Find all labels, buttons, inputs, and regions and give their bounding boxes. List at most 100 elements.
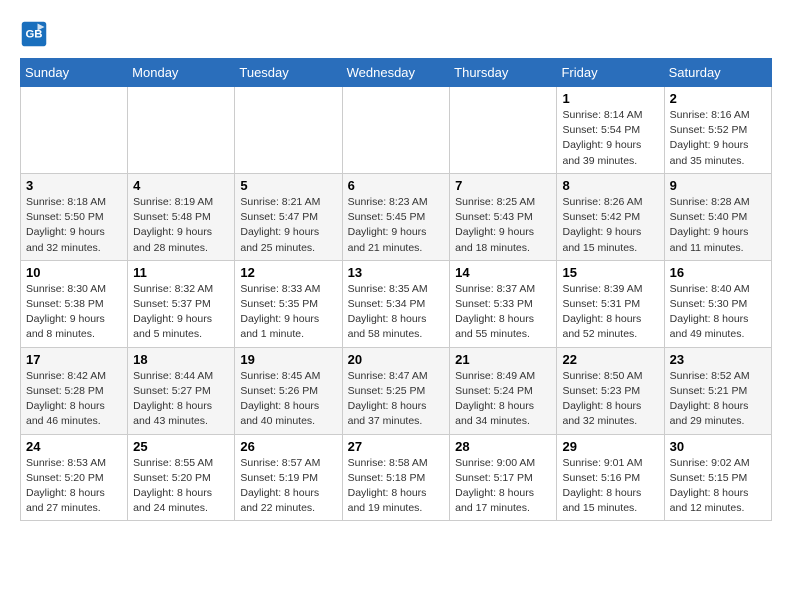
calendar-cell: 13Sunrise: 8:35 AM Sunset: 5:34 PM Dayli… (342, 260, 450, 347)
logo-icon: GB (20, 20, 48, 48)
day-number: 27 (348, 439, 445, 454)
calendar-cell: 8Sunrise: 8:26 AM Sunset: 5:42 PM Daylig… (557, 173, 664, 260)
day-info: Sunrise: 8:37 AM Sunset: 5:33 PM Dayligh… (455, 282, 551, 343)
day-info: Sunrise: 8:47 AM Sunset: 5:25 PM Dayligh… (348, 369, 445, 430)
calendar-cell: 21 Sunrise: 8:49 AM Sunset: 5:24 PM Dayli… (450, 347, 557, 434)
calendar-header-sunday: Sunday (21, 59, 128, 87)
day-info: Sunrise: 8:16 AM Sunset: 5:52 PM Dayligh… (670, 108, 766, 169)
page-header: GB (20, 20, 772, 48)
calendar-header-tuesday: Tuesday (235, 59, 342, 87)
calendar-cell: 14Sunrise: 8:37 AM Sunset: 5:33 PM Dayli… (450, 260, 557, 347)
day-number: 21 (455, 352, 551, 367)
day-number: 26 (240, 439, 336, 454)
calendar-cell: 26 Sunrise: 8:57 AM Sunset: 5:19 PM Dayli… (235, 434, 342, 521)
day-info: Sunrise: 8:30 AM Sunset: 5:38 PM Dayligh… (26, 282, 122, 343)
calendar-cell: 22 Sunrise: 8:50 AM Sunset: 5:23 PM Dayli… (557, 347, 664, 434)
day-info: Sunrise: 8:52 AM Sunset: 5:21 PM Dayligh… (670, 369, 766, 430)
day-number: 15 (562, 265, 658, 280)
calendar-cell: 23 Sunrise: 8:52 AM Sunset: 5:21 PM Dayli… (664, 347, 771, 434)
day-number: 22 (562, 352, 658, 367)
calendar-header-thursday: Thursday (450, 59, 557, 87)
calendar-week-row: 1 Sunrise: 8:14 AM Sunset: 5:54 PM Daylig… (21, 87, 772, 174)
calendar-cell: 5 Sunrise: 8:21 AM Sunset: 5:47 PM Daylig… (235, 173, 342, 260)
day-number: 24 (26, 439, 122, 454)
calendar-week-row: 24Sunrise: 8:53 AM Sunset: 5:20 PM Dayli… (21, 434, 772, 521)
calendar-cell: 17 Sunrise: 8:42 AM Sunset: 5:28 PM Dayli… (21, 347, 128, 434)
day-info: Sunrise: 8:18 AM Sunset: 5:50 PM Dayligh… (26, 195, 122, 256)
day-info: Sunrise: 8:21 AM Sunset: 5:47 PM Dayligh… (240, 195, 336, 256)
day-info: Sunrise: 8:35 AM Sunset: 5:34 PM Dayligh… (348, 282, 445, 343)
day-number: 2 (670, 91, 766, 106)
calendar-cell (21, 87, 128, 174)
calendar-header-friday: Friday (557, 59, 664, 87)
day-number: 3 (26, 178, 122, 193)
calendar-cell: 4 Sunrise: 8:19 AM Sunset: 5:48 PM Daylig… (128, 173, 235, 260)
day-number: 4 (133, 178, 229, 193)
calendar-cell: 10Sunrise: 8:30 AM Sunset: 5:38 PM Dayli… (21, 260, 128, 347)
svg-text:GB: GB (25, 29, 42, 41)
day-info: Sunrise: 8:26 AM Sunset: 5:42 PM Dayligh… (562, 195, 658, 256)
calendar-cell (128, 87, 235, 174)
calendar-cell: 28 Sunrise: 9:00 AM Sunset: 5:17 PM Dayli… (450, 434, 557, 521)
day-info: Sunrise: 8:33 AM Sunset: 5:35 PM Dayligh… (240, 282, 336, 343)
calendar-header-monday: Monday (128, 59, 235, 87)
day-number: 9 (670, 178, 766, 193)
day-number: 12 (240, 265, 336, 280)
day-number: 18 (133, 352, 229, 367)
day-info: Sunrise: 8:14 AM Sunset: 5:54 PM Dayligh… (562, 108, 658, 169)
calendar-cell: 16 Sunrise: 8:40 AM Sunset: 5:30 PM Dayli… (664, 260, 771, 347)
calendar-cell (235, 87, 342, 174)
day-info: Sunrise: 8:57 AM Sunset: 5:19 PM Dayligh… (240, 456, 336, 517)
calendar-cell: 7Sunrise: 8:25 AM Sunset: 5:43 PM Daylig… (450, 173, 557, 260)
calendar-cell (450, 87, 557, 174)
day-number: 5 (240, 178, 336, 193)
calendar-cell: 9 Sunrise: 8:28 AM Sunset: 5:40 PM Daylig… (664, 173, 771, 260)
day-info: Sunrise: 8:39 AM Sunset: 5:31 PM Dayligh… (562, 282, 658, 343)
day-number: 29 (562, 439, 658, 454)
day-number: 25 (133, 439, 229, 454)
calendar-header-row: SundayMondayTuesdayWednesdayThursdayFrid… (21, 59, 772, 87)
day-number: 11 (133, 265, 229, 280)
calendar-cell: 19Sunrise: 8:45 AM Sunset: 5:26 PM Dayli… (235, 347, 342, 434)
day-info: Sunrise: 8:28 AM Sunset: 5:40 PM Dayligh… (670, 195, 766, 256)
day-number: 17 (26, 352, 122, 367)
day-info: Sunrise: 8:42 AM Sunset: 5:28 PM Dayligh… (26, 369, 122, 430)
day-number: 1 (562, 91, 658, 106)
calendar-cell: 20 Sunrise: 8:47 AM Sunset: 5:25 PM Dayli… (342, 347, 450, 434)
day-info: Sunrise: 8:55 AM Sunset: 5:20 PM Dayligh… (133, 456, 229, 517)
day-info: Sunrise: 8:58 AM Sunset: 5:18 PM Dayligh… (348, 456, 445, 517)
calendar-week-row: 17 Sunrise: 8:42 AM Sunset: 5:28 PM Dayli… (21, 347, 772, 434)
calendar-cell: 15 Sunrise: 8:39 AM Sunset: 5:31 PM Dayli… (557, 260, 664, 347)
calendar-header-wednesday: Wednesday (342, 59, 450, 87)
calendar-cell: 18 Sunrise: 8:44 AM Sunset: 5:27 PM Dayli… (128, 347, 235, 434)
calendar-header-saturday: Saturday (664, 59, 771, 87)
calendar-cell: 29 Sunrise: 9:01 AM Sunset: 5:16 PM Dayli… (557, 434, 664, 521)
day-number: 20 (348, 352, 445, 367)
calendar-cell: 25 Sunrise: 8:55 AM Sunset: 5:20 PM Dayli… (128, 434, 235, 521)
day-info: Sunrise: 8:40 AM Sunset: 5:30 PM Dayligh… (670, 282, 766, 343)
logo: GB (20, 20, 52, 48)
day-number: 28 (455, 439, 551, 454)
day-info: Sunrise: 8:50 AM Sunset: 5:23 PM Dayligh… (562, 369, 658, 430)
calendar-cell: 24Sunrise: 8:53 AM Sunset: 5:20 PM Dayli… (21, 434, 128, 521)
day-info: Sunrise: 9:02 AM Sunset: 5:15 PM Dayligh… (670, 456, 766, 517)
day-info: Sunrise: 8:25 AM Sunset: 5:43 PM Dayligh… (455, 195, 551, 256)
day-info: Sunrise: 8:23 AM Sunset: 5:45 PM Dayligh… (348, 195, 445, 256)
day-number: 23 (670, 352, 766, 367)
day-number: 30 (670, 439, 766, 454)
calendar-cell (342, 87, 450, 174)
day-info: Sunrise: 8:49 AM Sunset: 5:24 PM Dayligh… (455, 369, 551, 430)
calendar-cell: 12 Sunrise: 8:33 AM Sunset: 5:35 PM Dayli… (235, 260, 342, 347)
day-info: Sunrise: 8:32 AM Sunset: 5:37 PM Dayligh… (133, 282, 229, 343)
calendar-cell: 11 Sunrise: 8:32 AM Sunset: 5:37 PM Dayli… (128, 260, 235, 347)
calendar-week-row: 3 Sunrise: 8:18 AM Sunset: 5:50 PM Daylig… (21, 173, 772, 260)
day-info: Sunrise: 8:45 AM Sunset: 5:26 PM Dayligh… (240, 369, 336, 430)
day-info: Sunrise: 8:44 AM Sunset: 5:27 PM Dayligh… (133, 369, 229, 430)
calendar-cell: 30 Sunrise: 9:02 AM Sunset: 5:15 PM Dayli… (664, 434, 771, 521)
calendar-week-row: 10Sunrise: 8:30 AM Sunset: 5:38 PM Dayli… (21, 260, 772, 347)
day-info: Sunrise: 9:00 AM Sunset: 5:17 PM Dayligh… (455, 456, 551, 517)
day-info: Sunrise: 9:01 AM Sunset: 5:16 PM Dayligh… (562, 456, 658, 517)
calendar-cell: 3 Sunrise: 8:18 AM Sunset: 5:50 PM Daylig… (21, 173, 128, 260)
day-number: 16 (670, 265, 766, 280)
day-info: Sunrise: 8:19 AM Sunset: 5:48 PM Dayligh… (133, 195, 229, 256)
